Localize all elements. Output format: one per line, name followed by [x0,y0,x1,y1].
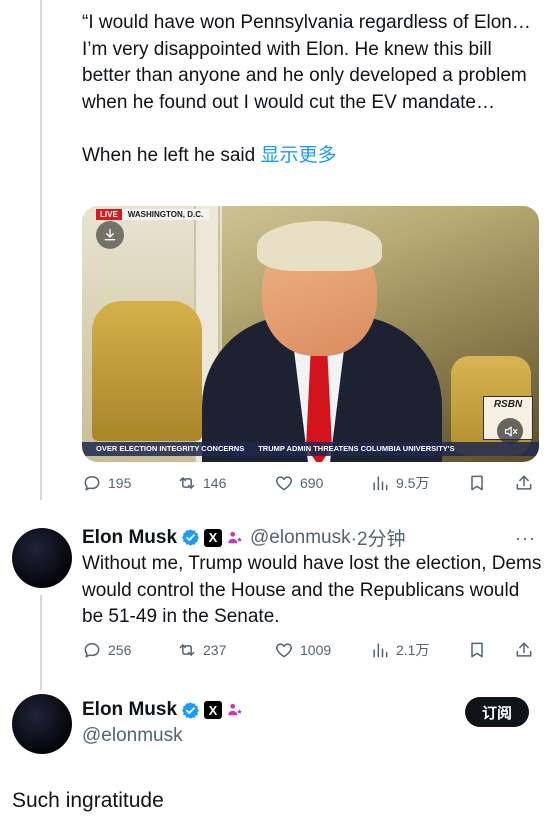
verified-badge-icon [181,701,200,720]
repost-icon [179,644,195,656]
repost-count: 146 [203,475,227,491]
quoted-tweet-tail: When he left he said 显示更多 [82,143,542,170]
download-button[interactable] [96,221,124,249]
verified-badge-icon [181,528,200,547]
bookmark-icon [471,475,483,491]
author-handle[interactable]: @elonmusk [250,527,351,549]
reply-icon [84,476,100,491]
subscribe-button[interactable]: 订阅 [465,697,529,727]
reply-tweet-text: Without me, Trump would have lost the el… [82,553,542,627]
affiliation-icon [226,701,244,719]
repost-icon [179,477,195,489]
repost-button[interactable]: 146 [177,473,226,493]
repost-button[interactable]: 237 [177,640,226,660]
download-icon [104,229,116,241]
like-count: 690 [300,475,324,491]
post-time[interactable]: ·2分钟 [351,524,406,551]
views-count: 2.1万 [396,642,430,658]
reply-count: 256 [108,642,132,658]
quoted-tweet-body: “I would have won Pennsylvania regardles… [82,12,532,113]
like-count: 1009 [300,642,332,658]
show-more-link[interactable]: 显示更多 [261,145,337,166]
live-badge: LIVE [96,209,122,220]
quoted-tweet-text: “I would have won Pennsylvania regardles… [82,10,542,169]
reply-tweet-actions: 256 237 1009 2.1万 [82,638,542,662]
avatar[interactable] [12,694,72,754]
share-button[interactable] [514,640,534,660]
x-badge: X [204,701,223,719]
reply-author-row: Elon Musk X @elonmusk ·2分钟 [82,524,406,551]
share-button[interactable] [514,473,534,493]
share-icon [516,475,532,490]
video-person-hair [257,221,382,271]
heart-icon [275,643,293,658]
like-button[interactable]: 1009 [274,640,331,660]
ticker-text-2: TRUMP ADMIN THREATENS COLUMBIA UNIVERSIT… [258,444,455,453]
views-count: 9.5万 [396,475,430,491]
x-badge: X [204,528,223,547]
share-icon [516,642,532,657]
bookmark-button[interactable] [467,640,487,660]
affiliation-icon [226,529,244,547]
heart-icon [275,476,293,491]
main-author-row: Elon Musk X [82,699,244,721]
author-name[interactable]: Elon Musk [82,527,177,549]
reply-button[interactable]: 256 [82,640,131,660]
video-player[interactable]: LIVE WASHINGTON, D.C. RSBN OVER ELECTION… [82,206,539,462]
bookmark-button[interactable] [467,473,487,493]
live-location: WASHINGTON, D.C. [121,209,210,220]
author-name[interactable]: Elon Musk [82,699,177,721]
news-ticker: OVER ELECTION INTEGRITY CONCERNS TRUMP AD… [82,442,539,456]
reply-count: 195 [108,475,132,491]
thread-line-mid [40,595,42,690]
reply-icon [84,643,100,658]
reply-button[interactable]: 195 [82,473,131,493]
thread-line-top [40,0,42,500]
live-banner: LIVE WASHINGTON, D.C. [96,209,210,220]
quoted-tweet-actions: 195 146 690 9.5万 [82,471,542,495]
views-icon [373,643,388,658]
repost-count: 237 [203,642,227,658]
author-handle[interactable]: @elonmusk [82,725,183,747]
ticker-text-1: OVER ELECTION INTEGRITY CONCERNS [96,444,245,453]
views-icon [373,476,388,491]
like-button[interactable]: 690 [274,473,323,493]
video-chair [92,301,202,441]
main-tweet-text: Such ingratitude [12,789,164,812]
muted-speaker-icon [504,426,517,436]
views-button[interactable]: 9.5万 [370,473,429,493]
avatar[interactable] [12,528,72,588]
more-options-button[interactable]: ··· [515,528,536,549]
quoted-tweet-tail-text: When he left he said [82,144,261,166]
bookmark-icon [471,642,483,658]
views-button[interactable]: 2.1万 [370,640,429,660]
mute-button[interactable] [497,418,523,444]
channel-logo-text: RSBN [493,399,523,410]
